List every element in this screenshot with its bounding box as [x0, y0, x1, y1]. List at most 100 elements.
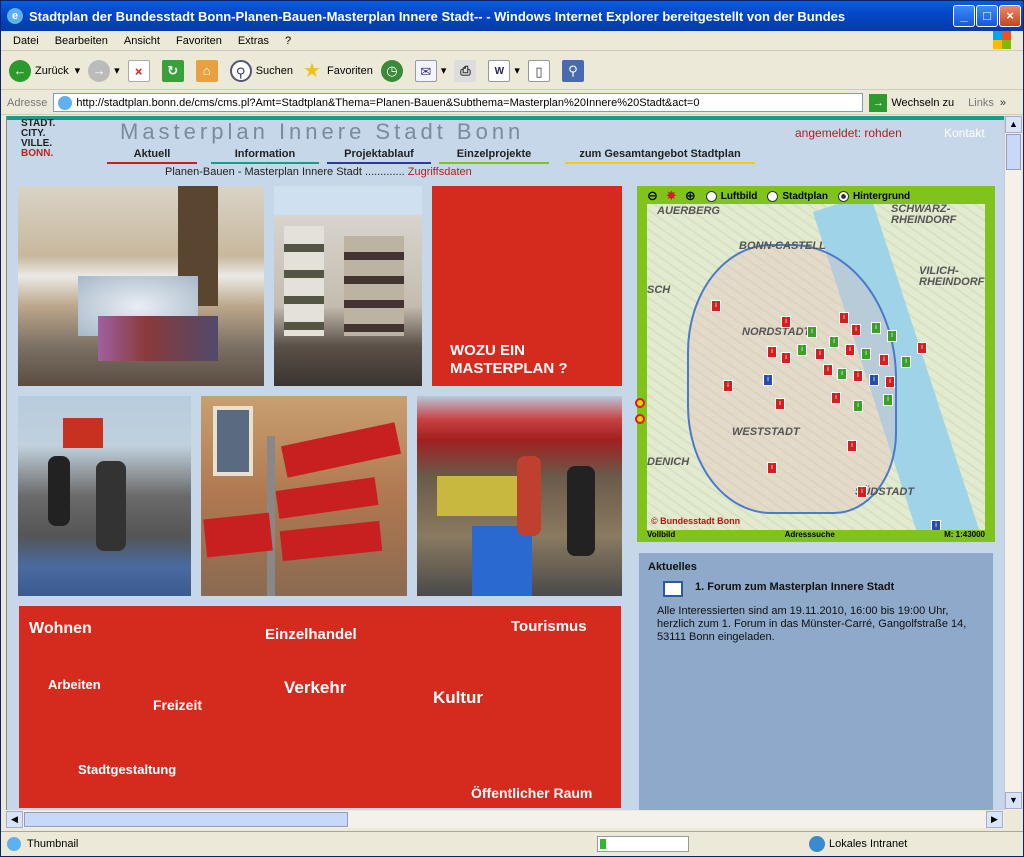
nav-einzelprojekte[interactable]: Einzelprojekte — [439, 148, 549, 164]
map-marker[interactable]: i — [917, 342, 927, 354]
address-search-link[interactable]: Adresssuche — [785, 530, 835, 539]
menu-file[interactable]: Datei — [5, 35, 47, 47]
map-marker[interactable]: i — [851, 324, 861, 336]
map-canvas[interactable]: AUERBERG BONN-CASTELL SCHWARZ-RHEINDORF … — [647, 204, 985, 530]
map-marker[interactable]: i — [829, 336, 839, 348]
map-marker[interactable]: i — [853, 400, 863, 412]
map-marker[interactable]: i — [807, 326, 817, 338]
theme-stadtgestaltung[interactable]: Stadtgestaltung — [78, 762, 176, 777]
map-marker[interactable]: i — [901, 356, 911, 368]
map-marker[interactable]: i — [797, 344, 807, 356]
favorites-button[interactable]: ★ Favoriten — [301, 60, 373, 82]
maximize-button[interactable]: □ — [976, 5, 998, 27]
forward-button[interactable]: → ▾ — [88, 59, 120, 82]
map-marker[interactable]: i — [815, 348, 825, 360]
photo-houses[interactable] — [274, 186, 422, 386]
minimize-button[interactable]: _ — [953, 5, 975, 27]
map-marker[interactable]: i — [845, 344, 855, 356]
radio-hintergrund[interactable] — [837, 190, 849, 202]
map-marker[interactable]: i — [823, 364, 833, 376]
discuss-button[interactable]: ▯ — [527, 59, 554, 82]
access-link[interactable]: Zugriffsdaten — [408, 166, 472, 178]
theme-einzelhandel[interactable]: Einzelhandel — [265, 626, 357, 643]
map-marker[interactable]: i — [837, 368, 847, 380]
nav-information[interactable]: Information — [211, 148, 319, 164]
map-marker[interactable]: i — [767, 346, 777, 358]
scroll-up-icon[interactable]: ▲ — [1005, 116, 1022, 133]
refresh-button[interactable]: ↻ — [161, 59, 188, 82]
menu-view[interactable]: Ansicht — [116, 35, 168, 47]
nav-aktuell[interactable]: Aktuell — [107, 148, 197, 164]
scroll-thumb[interactable] — [1006, 134, 1021, 170]
theme-kultur[interactable]: Kultur — [433, 688, 483, 708]
theme-freizeit[interactable]: Freizeit — [153, 697, 202, 713]
map-marker[interactable]: i — [711, 300, 721, 312]
back-button[interactable]: ← Zurück ▾ — [9, 59, 80, 82]
theme-tourismus[interactable]: Tourismus — [511, 618, 587, 635]
photo-market[interactable] — [417, 396, 622, 596]
stop-button[interactable]: × — [127, 59, 154, 82]
move-icon[interactable]: ✸ — [666, 188, 677, 204]
map-marker[interactable]: i — [847, 440, 857, 452]
theme-oeffentlicher-raum[interactable]: Öffentlicher Raum — [471, 785, 592, 801]
horizontal-scrollbar[interactable]: ◀ ▶ — [6, 811, 1004, 828]
map-marker[interactable]: i — [775, 398, 785, 410]
close-button[interactable]: × — [999, 5, 1021, 27]
zoom-in-icon[interactable]: ⊕ — [685, 188, 696, 204]
search-button[interactable]: ⚲ Suchen — [229, 59, 293, 82]
map-marker[interactable]: i — [853, 370, 863, 382]
map-marker[interactable]: i — [887, 330, 897, 342]
map-marker[interactable]: i — [839, 312, 849, 324]
map-marker[interactable]: i — [885, 376, 895, 388]
theme-arbeiten[interactable]: Arbeiten — [48, 677, 101, 692]
research-button[interactable]: ⚲ — [561, 59, 588, 82]
menu-edit[interactable]: Bearbeiten — [47, 35, 116, 47]
print-button[interactable]: ⎙ — [454, 59, 480, 82]
scroll-down-icon[interactable]: ▼ — [1005, 792, 1022, 809]
photo-cyclists[interactable] — [18, 396, 191, 596]
map-marker[interactable]: i — [871, 322, 881, 334]
address-input[interactable]: http://stadtplan.bonn.de/cms/cms.pl?Amt=… — [53, 93, 864, 112]
nav-gesamtangebot[interactable]: zum Gesamtangebot Stadtplan — [565, 148, 755, 164]
theme-verkehr[interactable]: Verkehr — [284, 678, 346, 698]
home-button[interactable]: ⌂ — [195, 59, 222, 82]
map-marker[interactable]: i — [723, 380, 733, 392]
edit-button[interactable]: W ▾ — [488, 59, 520, 82]
map-marker[interactable]: i — [781, 352, 791, 364]
mail-button[interactable]: ✉ ▾ — [414, 59, 446, 82]
photo-signs[interactable] — [201, 396, 407, 596]
scroll-left-icon[interactable]: ◀ — [6, 811, 23, 828]
links-button[interactable]: Links — [968, 97, 994, 109]
news-document-icon[interactable] — [663, 581, 683, 597]
zoom-out-icon[interactable]: ⊖ — [647, 188, 658, 204]
map-marker[interactable]: i — [879, 354, 889, 366]
map-pan-control[interactable] — [635, 414, 645, 424]
menu-help[interactable]: ? — [277, 35, 299, 47]
theme-wohnen[interactable]: Wohnen — [29, 620, 92, 638]
map-marker[interactable]: i — [931, 520, 941, 530]
radio-stadtplan[interactable] — [767, 190, 779, 202]
scroll-thumb[interactable] — [24, 812, 348, 827]
scroll-right-icon[interactable]: ▶ — [986, 811, 1003, 828]
map-marker[interactable]: i — [883, 394, 893, 406]
map-marker[interactable]: i — [869, 374, 879, 386]
bonn-logo[interactable]: STADT. CITY. VILLE. BONN. — [21, 119, 55, 159]
map-marker[interactable]: i — [767, 462, 777, 474]
menu-tools[interactable]: Extras — [230, 35, 277, 47]
map-marker[interactable]: i — [763, 374, 773, 386]
map-marker[interactable]: i — [831, 392, 841, 404]
radio-luftbild[interactable] — [705, 190, 717, 202]
map-pan-control[interactable] — [635, 398, 645, 408]
news-item-title[interactable]: 1. Forum zum Masterplan Innere Stadt — [695, 581, 894, 593]
history-button[interactable]: ◷ — [380, 59, 407, 82]
map-marker[interactable]: i — [861, 348, 871, 360]
fullscreen-link[interactable]: Vollbild — [647, 530, 675, 539]
contact-link[interactable]: Kontakt — [944, 126, 985, 140]
map-marker[interactable]: i — [781, 316, 791, 328]
map-marker[interactable]: i — [857, 486, 867, 498]
menu-favorites[interactable]: Favoriten — [168, 35, 230, 47]
go-button[interactable]: → Wechseln zu — [869, 93, 954, 112]
nav-projektablauf[interactable]: Projektablauf — [327, 148, 431, 164]
photo-fountain[interactable] — [18, 186, 264, 386]
vertical-scrollbar[interactable]: ▲ ▼ — [1004, 116, 1022, 810]
